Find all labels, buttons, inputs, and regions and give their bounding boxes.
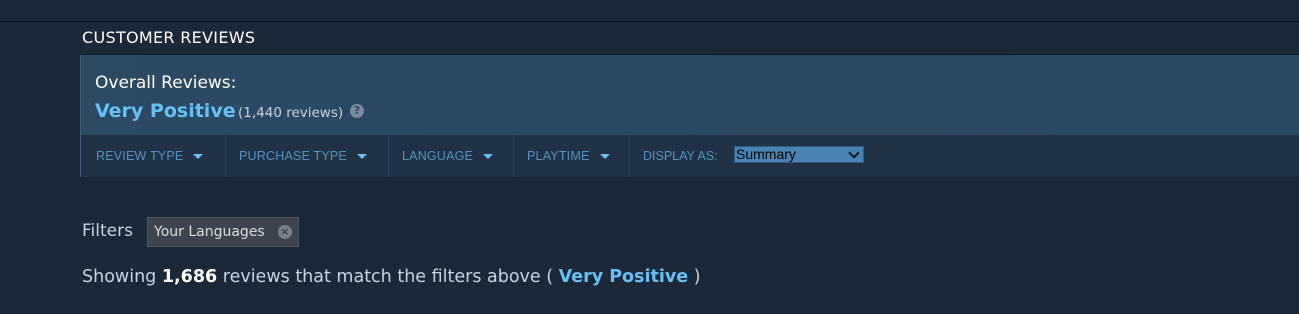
caret-down-icon: [599, 154, 610, 159]
playtime-dropdown[interactable]: PLAYTIME: [514, 135, 630, 177]
filter-chip-label: Your Languages: [154, 224, 265, 240]
overall-review-count: (1,440 reviews): [238, 105, 344, 121]
caret-down-icon: [483, 154, 494, 159]
overall-rating[interactable]: Very Positive: [95, 100, 236, 122]
showing-prefix: Showing: [82, 267, 162, 287]
caret-down-icon: [356, 154, 367, 159]
filters-label: Filters: [82, 221, 133, 241]
showing-count: 1,686: [161, 267, 218, 287]
language-label: LANGUAGE: [402, 149, 474, 163]
showing-summary: Showing 1,686 reviews that match the fil…: [82, 267, 701, 287]
help-icon[interactable]: ?: [350, 104, 364, 118]
review-type-dropdown[interactable]: REVIEW TYPE: [81, 135, 226, 177]
close-icon[interactable]: ×: [278, 225, 292, 239]
filter-chip-your-languages[interactable]: Your Languages ×: [147, 217, 299, 247]
overall-reviews-summary: Overall Reviews: Very Positive (1,440 re…: [80, 54, 1299, 135]
chevron-down-icon: [848, 147, 860, 159]
showing-suffix: ): [688, 267, 701, 287]
showing-rating[interactable]: Very Positive: [559, 267, 689, 287]
language-dropdown[interactable]: LANGUAGE: [389, 135, 514, 177]
overall-reviews-label: Overall Reviews:: [95, 73, 237, 93]
playtime-label: PLAYTIME: [527, 149, 590, 163]
section-title: CUSTOMER REVIEWS: [82, 28, 256, 47]
review-filter-bar: REVIEW TYPE PURCHASE TYPE LANGUAGE PLAYT…: [80, 135, 1299, 177]
display-as-label: DISPLAY AS:: [643, 149, 718, 163]
review-type-label: REVIEW TYPE: [96, 149, 184, 163]
top-divider: [0, 0, 1299, 22]
purchase-type-label: PURCHASE TYPE: [239, 149, 347, 163]
display-as-value: Summary: [736, 146, 796, 162]
display-as-select[interactable]: Summary: [734, 146, 864, 163]
purchase-type-dropdown[interactable]: PURCHASE TYPE: [226, 135, 389, 177]
caret-down-icon: [193, 154, 204, 159]
showing-middle: reviews that match the filters above (: [217, 267, 559, 287]
